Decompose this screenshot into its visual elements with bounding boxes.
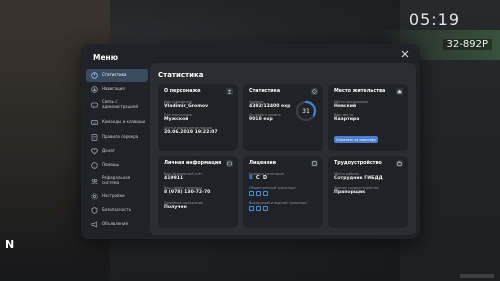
job-value: Сотрудник ГИБДД [334,176,383,181]
level-icon [311,88,318,95]
close-button[interactable] [400,50,410,60]
marriage-value: Получен [164,205,187,210]
sidebar-item-label: Донат [102,148,115,154]
sidebar-item-label: Команды и клавиши [102,118,146,124]
donate-icon [90,148,98,156]
license-category-d: D [263,176,267,181]
user-icon [226,88,233,95]
pay-rent-button[interactable]: Оплатить за квартиру [334,136,378,143]
chat-icon [90,101,98,109]
place-value: Невский [334,104,357,109]
helicopter-icon [256,206,261,211]
boat-icon [263,206,268,211]
sidebar-item-label: Настройки [102,193,125,199]
card-employment: Трудоустройство Место работы Сотрудник Г… [328,156,408,228]
sidebar-item-admin-contact[interactable]: Связь с администрацией [86,97,148,113]
sidebar: Статистика Навигация Связь с администрац… [86,69,148,235]
referral-icon [90,177,98,185]
card-title: Лицензии [249,161,276,166]
phone-value: 8 (978) 130-72-70 [164,190,211,195]
sidebar-item-help[interactable]: Помощь [86,159,148,172]
sidebar-item-label: Правила сервера [102,134,139,140]
rank-value: Прапорщик [334,190,366,195]
reg-date-value: 20.06.2019 19:22:07 [164,130,218,135]
license-category-b: B [249,176,253,181]
sidebar-item-rules[interactable]: Правила сервера [86,131,148,144]
watermark [460,274,494,278]
id-card-icon [226,160,233,167]
sidebar-item-referral[interactable]: Реферальная система [86,173,148,189]
rules-icon [90,134,98,142]
help-icon [90,162,98,170]
plane-icon [249,206,254,211]
license-icon [311,160,318,167]
sidebar-item-navigation[interactable]: Навигация [86,83,148,96]
public-transport-icons [249,191,270,196]
section-title: Статистика [158,71,204,79]
sidebar-item-label: Связь с администрацией [102,99,138,109]
briefcase-icon [396,160,403,167]
sidebar-item-label: Помощь [102,162,120,168]
sidebar-item-label: Навигация [102,86,125,92]
card-character: О персонаже Имя и фамилия Vladimir_Gromo… [158,84,238,151]
trolley-icon [263,191,268,196]
sidebar-item-commands[interactable]: Команды и клавиши [86,114,148,130]
keyboard-icon [90,118,98,126]
house-icon [396,88,403,95]
sidebar-item-announcements[interactable]: Объявления [86,218,148,231]
stats-panel: Статистика О персонаже Имя и фамилия Vla… [150,63,416,235]
navigation-icon [90,86,98,94]
menu-modal: Меню Статистика Навигация Связь с админи… [81,44,420,239]
card-residence: Место жительства Место проживания Невски… [328,84,408,151]
hud-clock: 05:19 [408,10,460,29]
sidebar-item-settings[interactable]: Настройки [86,190,148,203]
card-licenses: Лицензии Базовые категории B C D Обществ… [243,156,323,228]
address-value: Квартира [334,117,360,122]
hud-plate: 32-892P [442,39,492,50]
card-personal-info: Личная информация Ваш банковский счёт 41… [158,156,238,228]
card-title: О персонаже [164,89,201,94]
card-title: Личная информация [164,161,222,166]
sidebar-item-stats[interactable]: Статистика [86,69,148,82]
gender-value: Мужской [164,117,189,122]
close-icon [401,50,409,58]
stats-icon [90,72,98,80]
card-level: Статистика Уровень 4382/13400 exp До нов… [243,84,323,151]
sidebar-item-donate[interactable]: Донат [86,145,148,158]
public-transport-label: Общественный транспорт [249,186,297,190]
sidebar-item-label: Статистика [102,72,127,78]
level-number: 31 [302,107,310,115]
modal-title: Меню [93,53,119,62]
tram-icon [256,191,261,196]
bank-value: 419911 [164,176,184,181]
bus-icon [249,191,254,196]
name-value: Vladimir_Gromov [164,104,209,109]
exp-value: 4382/13400 exp [249,104,291,109]
license-category-c: C [256,176,260,181]
air-water-label: Воздушный и водный транспорт [249,201,308,205]
card-title: Место жительства [334,89,386,94]
sidebar-item-label: Безопасность [102,207,131,213]
card-title: Трудоустройство [334,161,382,166]
card-title: Статистика [249,89,281,94]
air-water-icons [249,206,270,211]
sidebar-item-label: Реферальная система [102,175,131,185]
sidebar-item-security[interactable]: Безопасность [86,204,148,217]
hud-compass: N [5,238,15,251]
security-icon [90,207,98,215]
next-level-value: 9018 exp [249,117,273,122]
sidebar-item-label: Объявления [102,221,128,227]
announcement-icon [90,221,98,229]
settings-icon [90,193,98,201]
